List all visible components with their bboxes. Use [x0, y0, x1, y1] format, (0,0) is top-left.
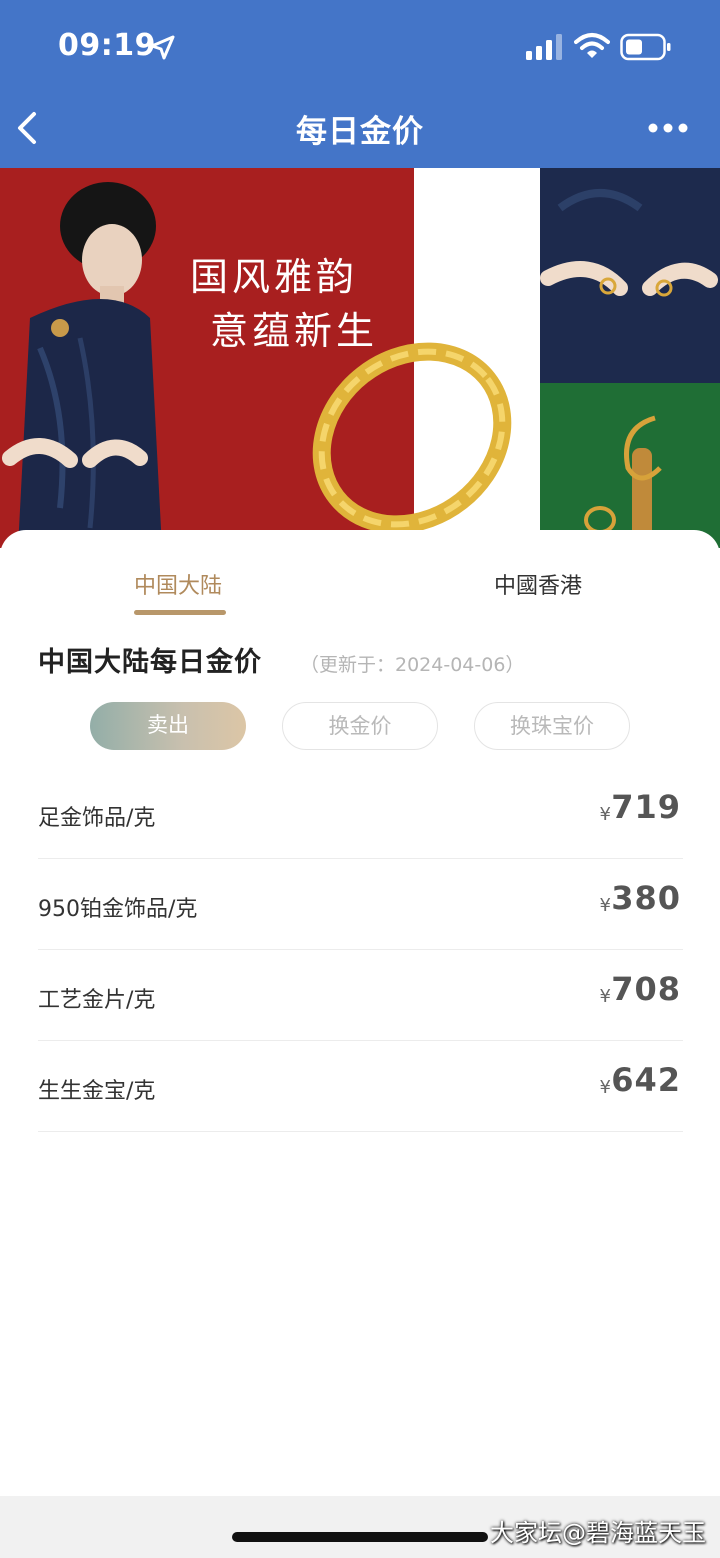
price-label: 足金饰品/克 [38, 806, 156, 831]
tab-mainland[interactable]: 中国大陆 [134, 568, 222, 600]
promo-banner[interactable]: 国风雅韵 意蕴新生 [0, 168, 720, 548]
home-indicator[interactable] [232, 1532, 488, 1542]
section-title: 中国大陆每日金价 [38, 647, 262, 678]
slogan-line1: 国风雅韵 [190, 255, 358, 299]
status-time: 09:19 [58, 28, 156, 63]
more-options-button[interactable] [646, 114, 690, 142]
chip-sell[interactable]: 卖出 [90, 702, 246, 750]
cellular-signal-icon [526, 34, 562, 60]
price-value: 380 [611, 879, 681, 917]
price-row: 工艺金片/克 ¥ 708 [38, 950, 683, 1041]
price-value: 642 [611, 1061, 681, 1099]
tab-hongkong[interactable]: 中國香港 [494, 568, 582, 600]
price-value: 708 [611, 970, 681, 1008]
active-tab-indicator [134, 610, 226, 615]
update-date: （更新于：2024-04-06） [300, 654, 525, 676]
slogan-line2: 意蕴新生 [210, 309, 378, 353]
chip-exchange-jewelry[interactable]: 换珠宝价 [474, 702, 630, 750]
price-value: 719 [611, 788, 681, 826]
top-bar: 09:19 每日金价 [0, 0, 720, 168]
currency-symbol: ¥ [599, 895, 611, 916]
price-row: 足金饰品/克 ¥ 719 [38, 768, 683, 859]
price-label: 工艺金片/克 [38, 988, 156, 1013]
currency-symbol: ¥ [599, 804, 611, 825]
location-arrow-icon [150, 35, 175, 60]
app-root: 09:19 每日金价 国风雅韵 意蕴新生 中国大陆 中國香港 中国大陆每日金价 … [0, 0, 720, 1558]
page-title: 每日金价 [296, 114, 424, 150]
battery-icon [620, 33, 671, 61]
price-label: 生生金宝/克 [38, 1079, 156, 1104]
watermark: 大家坛@碧海蓝天玉 [490, 1519, 706, 1547]
price-card: 中国大陆 中國香港 中国大陆每日金价 （更新于：2024-04-06） 卖出 换… [0, 530, 720, 1496]
chip-exchange-gold[interactable]: 换金价 [282, 702, 438, 750]
wifi-icon [574, 33, 610, 58]
price-row: 950铂金饰品/克 ¥ 380 [38, 859, 683, 950]
currency-symbol: ¥ [599, 1077, 611, 1098]
price-label: 950铂金饰品/克 [38, 897, 198, 922]
currency-symbol: ¥ [599, 986, 611, 1007]
price-row: 生生金宝/克 ¥ 642 [38, 1041, 683, 1132]
